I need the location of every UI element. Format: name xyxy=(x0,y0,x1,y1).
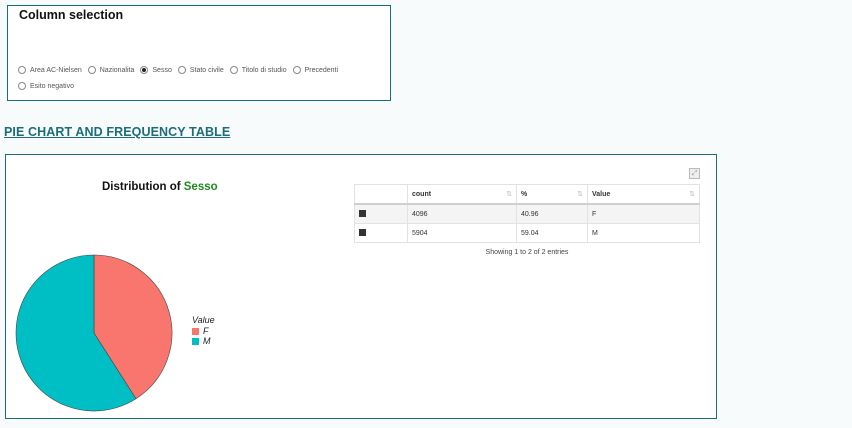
table-info: Showing 1 to 2 of 2 entries xyxy=(485,249,569,256)
radio-circle-icon[interactable] xyxy=(18,82,26,90)
radio-label: Titolo di studio xyxy=(241,66,287,74)
radio-label: Area AC-Nielsen xyxy=(30,66,82,74)
radio-circle-icon[interactable] xyxy=(229,66,238,74)
radio-area-ac-nielsen[interactable]: Area AC-Nielsen xyxy=(18,66,82,74)
chart-title: Distribution of Sesso xyxy=(102,181,218,193)
radio-label: Sesso xyxy=(152,66,172,74)
legend-title: Value xyxy=(192,315,215,325)
radio-sesso[interactable]: Sesso xyxy=(140,66,172,74)
radio-nazionalita[interactable]: Nazionalita xyxy=(87,66,135,74)
value-cell: F xyxy=(587,203,700,224)
radio-group-row-2: Esito negativo xyxy=(18,82,80,90)
radio-label: Nazionalita xyxy=(99,66,135,74)
radio-precedenti[interactable]: Precedenti xyxy=(292,66,339,74)
percent-cell: 59.04 xyxy=(516,223,588,243)
table-header-row: count ⇅ % ⇅ Value ⇅ xyxy=(354,184,700,205)
radio-circle-icon[interactable] xyxy=(18,66,26,74)
legend-item-m: M xyxy=(192,336,215,346)
radio-circle-icon[interactable] xyxy=(177,66,186,74)
radio-label: Esito negativo xyxy=(30,82,74,90)
legend-label-m: M xyxy=(203,336,211,346)
frequency-table: count ⇅ % ⇅ Value ⇅ 4096 40.96 F 5904 59.04… xyxy=(354,184,700,243)
legend-swatch-m xyxy=(192,337,199,345)
chart-legend: Value F M xyxy=(192,315,215,346)
column-selection-panel: Column selection Area AC-Nielsen Naziona… xyxy=(7,5,391,101)
radio-circle-icon[interactable] xyxy=(87,66,96,74)
expand-icon[interactable]: ⤢ xyxy=(689,168,700,179)
pie-chart xyxy=(15,254,173,412)
count-cell: 5904 xyxy=(407,223,517,243)
chart-title-variable: Sesso xyxy=(183,181,218,193)
column-selection-title: Column selection xyxy=(19,8,124,22)
color-square-icon xyxy=(359,229,366,237)
legend-swatch-f xyxy=(192,327,199,335)
column-header-color[interactable] xyxy=(354,184,408,205)
radio-label: Stato civile xyxy=(189,66,224,74)
table-row[interactable]: 4096 40.96 F xyxy=(354,203,700,224)
column-header-count[interactable]: count ⇅ xyxy=(407,184,517,205)
radio-label: Precedenti xyxy=(304,66,339,74)
column-header-value[interactable]: Value ⇅ xyxy=(587,184,700,205)
table-row[interactable]: 5904 59.04 M xyxy=(354,223,700,243)
radio-group-row-1: Area AC-Nielsen Nazionalita Sesso Stato … xyxy=(18,66,344,74)
sort-icon[interactable]: ⇅ xyxy=(506,190,512,198)
chart-title-prefix: Distribution of xyxy=(102,181,184,193)
column-header-label: Value xyxy=(592,190,611,198)
color-cell xyxy=(354,223,408,243)
percent-cell: 40.96 xyxy=(516,203,588,224)
color-square-icon xyxy=(359,210,366,218)
sort-icon[interactable]: ⇅ xyxy=(577,190,583,198)
color-cell xyxy=(354,203,408,224)
column-header-label: % xyxy=(521,190,528,198)
legend-item-f: F xyxy=(192,326,215,336)
radio-titolo-di-studio[interactable]: Titolo di studio xyxy=(229,66,287,74)
value-cell: M xyxy=(587,223,700,243)
count-cell: 4096 xyxy=(407,203,517,224)
radio-stato-civile[interactable]: Stato civile xyxy=(177,66,224,74)
chart-panel: Distribution of Sesso Value F M ⤢ count ⇅… xyxy=(5,154,717,419)
radio-esito-negativo[interactable]: Esito negativo xyxy=(18,82,74,90)
sort-icon[interactable]: ⇅ xyxy=(689,190,695,198)
legend-label-f: F xyxy=(203,326,209,336)
radio-selected-icon[interactable] xyxy=(140,66,149,74)
column-header-percent[interactable]: % ⇅ xyxy=(516,184,588,205)
radio-circle-icon[interactable] xyxy=(292,66,301,74)
column-header-label: count xyxy=(412,190,432,198)
section-title: PIE CHART AND FREQUENCY TABLE xyxy=(4,125,231,139)
